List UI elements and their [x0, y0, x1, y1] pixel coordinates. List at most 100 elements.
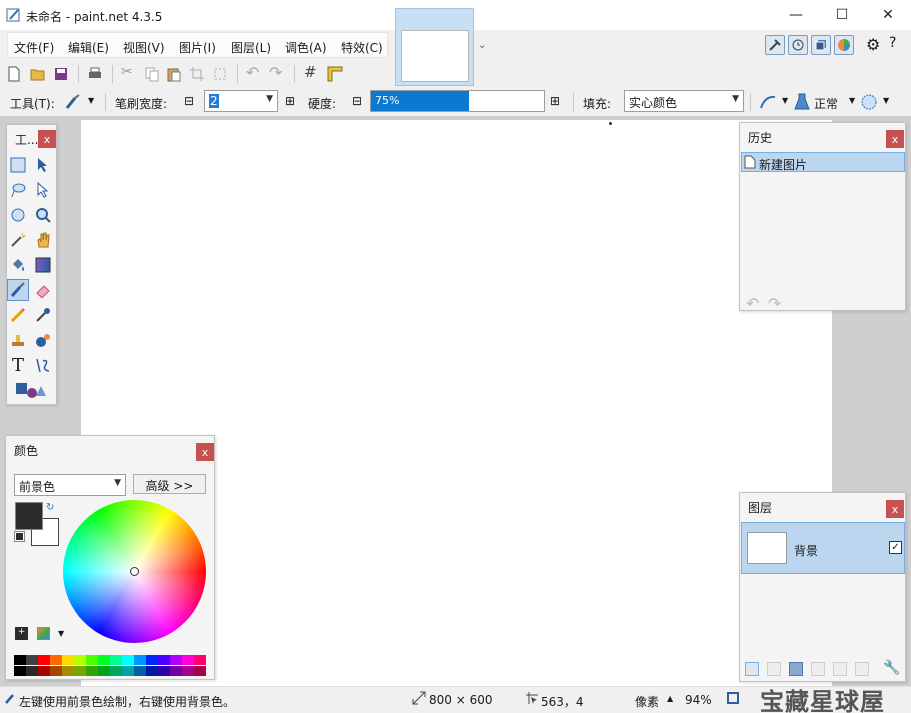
palette-swatch[interactable] — [182, 666, 194, 676]
palette-swatch[interactable] — [74, 666, 86, 676]
merge-layer-icon[interactable] — [811, 662, 825, 676]
menu-adjustments[interactable]: 调色(A) — [285, 39, 327, 56]
rectangle-select-icon[interactable] — [7, 154, 29, 176]
tools-panel-close-button[interactable]: x — [38, 130, 56, 148]
layer-visibility-checkbox[interactable]: ✓ — [889, 541, 902, 554]
save-icon[interactable] — [53, 66, 69, 82]
menu-view[interactable]: 视图(V) — [123, 39, 165, 56]
maximize-button[interactable]: ☐ — [819, 0, 865, 30]
new-file-icon[interactable] — [6, 66, 22, 82]
swap-colors-icon[interactable]: ↻ — [46, 502, 54, 513]
shapes-icon[interactable] — [13, 379, 49, 401]
close-button[interactable]: ✕ — [865, 0, 911, 30]
brush-width-input[interactable]: 2 ▼ — [204, 90, 278, 112]
menu-file[interactable]: 文件(F) — [14, 39, 54, 56]
grid-icon[interactable]: # — [304, 63, 317, 81]
palette-swatch[interactable] — [14, 655, 26, 665]
pan-hand-icon[interactable] — [32, 229, 54, 251]
magic-wand-icon[interactable] — [7, 229, 29, 251]
color-mode-select[interactable]: 前景色 ▼ — [14, 474, 126, 496]
paintbrush-tool-icon[interactable] — [7, 279, 29, 301]
add-color-icon[interactable]: + — [15, 627, 28, 640]
hardness-increase-button[interactable]: ⊞ — [550, 94, 560, 108]
alpha-blending-dropdown-arrow-icon[interactable]: ▼ — [883, 96, 889, 105]
advanced-button[interactable]: 高级 >> — [133, 474, 206, 494]
blend-mode-dropdown-arrow-icon[interactable]: ▼ — [849, 96, 855, 105]
palette-swatch[interactable] — [194, 655, 206, 665]
move-selection-icon[interactable] — [32, 179, 54, 201]
add-layer-icon[interactable] — [745, 662, 759, 676]
history-panel-close-button[interactable]: x — [886, 130, 904, 148]
minimize-button[interactable]: — — [773, 0, 819, 30]
undo-icon[interactable]: ↶ — [246, 63, 259, 82]
palette-swatch[interactable] — [134, 655, 146, 665]
palette-swatch[interactable] — [122, 666, 134, 676]
line-curve-icon[interactable] — [32, 354, 54, 376]
layers-panel-close-button[interactable]: x — [886, 500, 904, 518]
deselect-icon[interactable] — [212, 66, 228, 82]
palette-swatch[interactable] — [170, 655, 182, 665]
blend-mode-icon[interactable] — [794, 93, 810, 111]
tools-window-toggle-icon[interactable] — [765, 35, 785, 55]
units-dropdown-arrow-icon[interactable]: ▲ — [667, 694, 673, 703]
history-item[interactable]: 新建图片 — [741, 152, 905, 172]
palette-dropdown-arrow-icon[interactable]: ▼ — [58, 629, 64, 638]
ruler-icon[interactable] — [327, 66, 343, 82]
palette-swatch[interactable] — [122, 655, 134, 665]
palette-swatch[interactable] — [110, 666, 122, 676]
color-wheel-cursor[interactable] — [130, 567, 139, 576]
print-icon[interactable] — [87, 66, 103, 82]
palette-swatch[interactable] — [146, 655, 158, 665]
clone-stamp-icon[interactable] — [7, 329, 29, 351]
copy-icon[interactable] — [144, 66, 160, 82]
move-selected-icon[interactable] — [32, 154, 54, 176]
delete-layer-icon[interactable] — [767, 662, 781, 676]
history-undo-icon[interactable]: ↶ — [746, 294, 759, 313]
reset-colors-icon[interactable] — [14, 531, 25, 542]
layers-window-toggle-icon[interactable] — [811, 35, 831, 55]
paste-icon[interactable] — [166, 66, 182, 82]
palette-swatch[interactable] — [14, 666, 26, 676]
menu-layers[interactable]: 图层(L) — [231, 39, 271, 56]
palette-swatch[interactable] — [62, 655, 74, 665]
pencil-icon[interactable] — [7, 304, 29, 326]
antialiasing-icon[interactable] — [759, 93, 777, 111]
text-tool-icon[interactable]: T — [7, 354, 29, 376]
move-layer-up-icon[interactable] — [833, 662, 847, 676]
palette-swatch[interactable] — [62, 666, 74, 676]
help-icon[interactable]: ? — [889, 35, 896, 51]
zoom-level[interactable]: 94% — [685, 693, 712, 707]
settings-gear-icon[interactable]: ⚙ — [866, 35, 880, 54]
menu-edit[interactable]: 编辑(E) — [68, 39, 109, 56]
palette-swatch[interactable] — [26, 655, 38, 665]
zoom-fit-icon[interactable] — [725, 690, 741, 706]
color-palette[interactable] — [14, 655, 206, 677]
cut-icon[interactable]: ✂ — [121, 64, 133, 80]
palette-swatch[interactable] — [86, 655, 98, 665]
palette-swatch[interactable] — [110, 655, 122, 665]
palette-swatch[interactable] — [194, 666, 206, 676]
move-layer-down-icon[interactable] — [855, 662, 869, 676]
palette-swatch[interactable] — [170, 666, 182, 676]
lasso-select-icon[interactable] — [7, 179, 29, 201]
paintbrush-icon[interactable] — [65, 94, 81, 110]
recolor-icon[interactable] — [32, 329, 54, 351]
palette-swatch[interactable] — [98, 655, 110, 665]
layer-row[interactable]: 背景 ✓ — [741, 522, 905, 574]
layer-properties-wrench-icon[interactable]: 🔧 — [883, 660, 900, 676]
units-selector[interactable]: 像素 — [635, 693, 659, 710]
palette-swatch[interactable] — [50, 666, 62, 676]
palette-swatch[interactable] — [146, 666, 158, 676]
duplicate-layer-icon[interactable] — [789, 662, 803, 676]
palette-swatch[interactable] — [182, 655, 194, 665]
palette-swatch[interactable] — [158, 666, 170, 676]
palette-swatch[interactable] — [158, 655, 170, 665]
redo-icon[interactable]: ↷ — [269, 63, 282, 82]
menu-effects[interactable]: 特效(C) — [341, 39, 383, 56]
brush-width-increase-button[interactable]: ⊞ — [285, 94, 295, 108]
palette-swatch[interactable] — [50, 655, 62, 665]
tool-dropdown-arrow-icon[interactable]: ▼ — [88, 96, 94, 105]
hardness-decrease-button[interactable]: ⊟ — [352, 94, 362, 108]
color-picker-icon[interactable] — [32, 304, 54, 326]
antialiasing-dropdown-arrow-icon[interactable]: ▼ — [782, 96, 788, 105]
